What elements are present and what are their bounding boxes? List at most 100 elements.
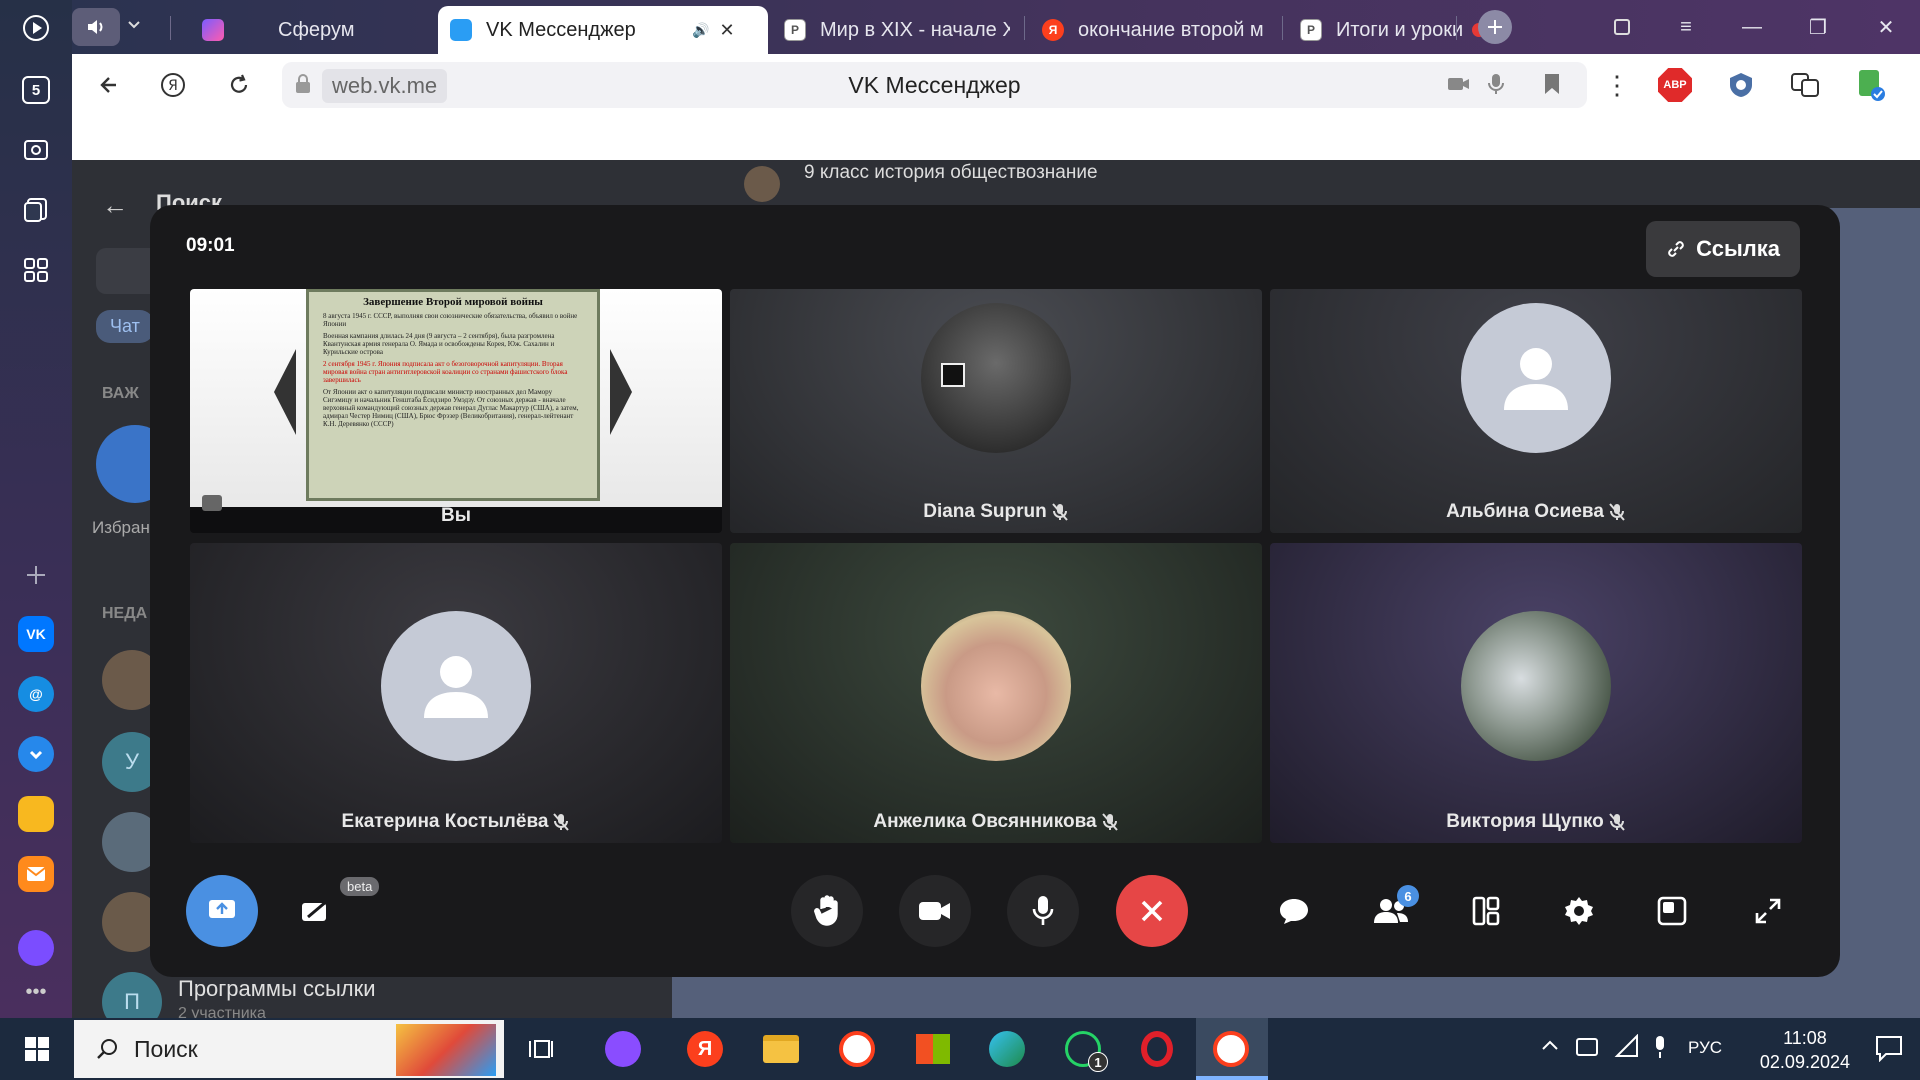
file-explorer-icon[interactable]	[758, 1026, 804, 1072]
yandex-browser-active-icon[interactable]	[1208, 1026, 1254, 1072]
avatar-badge-icon	[941, 363, 965, 387]
wifi-icon[interactable]	[1614, 1034, 1640, 1058]
slide-paragraph: 2 сентября 1945 г. Япония подписала акт …	[323, 360, 568, 384]
whatsapp-icon[interactable]: 1	[1060, 1026, 1108, 1072]
taskbar-search-field[interactable]: Поиск	[74, 1020, 504, 1078]
play-icon[interactable]	[16, 8, 56, 48]
user-placeholder-icon	[1504, 348, 1568, 410]
menu-icon[interactable]: ≡	[1666, 10, 1706, 44]
tab-label: VK Мессенджер	[486, 18, 636, 41]
svg-text:Я: Я	[168, 78, 178, 94]
chevron-up-icon[interactable]	[1540, 1038, 1560, 1052]
extension-shield-icon[interactable]	[1722, 66, 1760, 104]
new-tab-icon[interactable]	[1478, 10, 1512, 44]
participant-tile-self[interactable]: Завершение Второй мировой войны 8 август…	[190, 289, 722, 533]
participant-name: Анжелика Овсянникова	[730, 811, 1262, 833]
tab-okonchanie[interactable]: Я окончание второй м	[1030, 6, 1280, 54]
copy-link-button[interactable]: Ссылка	[1646, 221, 1800, 277]
apps-grid-icon[interactable]	[16, 250, 56, 290]
microphone-icon[interactable]	[1487, 72, 1505, 96]
effects-icon	[302, 899, 328, 921]
search-highlight-image	[396, 1024, 496, 1076]
back-icon[interactable]	[90, 68, 124, 102]
opera-icon[interactable]	[1134, 1026, 1180, 1072]
slide-paragraph: 8 августа 1945 г. СССР, выполняя свои со…	[323, 312, 578, 328]
alice-app-icon[interactable]	[18, 930, 54, 966]
clock-time: 11:08	[1783, 1028, 1827, 1048]
extension-check-icon[interactable]	[1852, 66, 1890, 104]
participant-avatar	[921, 611, 1071, 761]
tab-mir-xix[interactable]: P Мир в XIX - начале X	[772, 6, 1022, 54]
mail-app-icon[interactable]: @	[18, 676, 54, 712]
restore-icon[interactable]: ❐	[1798, 10, 1838, 44]
fullscreen-button[interactable]	[1732, 875, 1804, 947]
slide-paragraph: От Японии акт о капитуляции подписали ми…	[323, 388, 579, 428]
add-icon[interactable]	[16, 555, 56, 595]
participant-tile[interactable]: Виктория Щупко	[1270, 543, 1802, 843]
yandex-browser-taskbar-icon[interactable]	[834, 1026, 880, 1072]
share-screen-button[interactable]	[186, 875, 258, 947]
more-icon[interactable]: •••	[16, 972, 56, 1012]
ppt-file-icon: P	[784, 19, 806, 41]
bookmark-icon[interactable]	[1543, 72, 1561, 96]
back-arrow-icon[interactable]: ←	[102, 190, 128, 221]
participants-button[interactable]: 6	[1355, 875, 1427, 947]
minimize-icon[interactable]: —	[1732, 10, 1772, 44]
clock[interactable]: 11:08 02.09.2024	[1760, 1026, 1850, 1074]
language-indicator[interactable]: РУС	[1688, 1038, 1722, 1058]
tab-label: Мир в XIX - начале X	[820, 18, 1010, 41]
ppt-file-icon: P	[1300, 19, 1322, 41]
camera-icon[interactable]	[1447, 74, 1471, 94]
tray-device-icon[interactable]	[1574, 1034, 1600, 1060]
alice-taskbar-icon[interactable]	[600, 1026, 646, 1072]
prev-slide-icon[interactable]	[274, 349, 298, 435]
tab-vk-messenger[interactable]: VK Мессенджер 🔊 ✕	[438, 6, 768, 54]
tab-label: Сферум	[278, 18, 355, 41]
pip-button[interactable]	[1636, 875, 1708, 947]
vk-app-icon[interactable]: VK	[18, 616, 54, 652]
address-bar[interactable]: web.vk.me VK Мессенджер	[282, 62, 1587, 108]
participant-tile[interactable]: Анжелика Овсянникова	[730, 543, 1262, 843]
close-window-icon[interactable]: ✕	[1866, 10, 1906, 44]
participant-tile[interactable]: Екатерина Костылёва	[190, 543, 722, 843]
kebab-menu-icon[interactable]: ⋮	[1598, 66, 1636, 104]
tray-microphone-icon[interactable]	[1652, 1034, 1668, 1060]
video-call-modal: 09:01 Ссылка Завершение Второй мировой в…	[150, 205, 1840, 977]
dropdown-app-icon[interactable]	[18, 736, 54, 772]
edge-icon[interactable]	[984, 1026, 1030, 1072]
yandex-taskbar-icon[interactable]: Я	[682, 1026, 728, 1072]
windows-start-icon[interactable]	[14, 1026, 60, 1072]
task-view-icon[interactable]	[518, 1026, 564, 1072]
chevron-down-icon[interactable]	[126, 16, 142, 32]
settings-button[interactable]	[1543, 875, 1615, 947]
mail-envelope-app-icon[interactable]	[18, 856, 54, 892]
notifications-icon[interactable]	[1874, 1034, 1904, 1062]
store-icon[interactable]	[910, 1026, 956, 1072]
translate-icon[interactable]	[1786, 66, 1824, 104]
vk-messenger-icon	[450, 19, 472, 41]
notes-app-icon[interactable]	[18, 796, 54, 832]
layout-button[interactable]	[1450, 875, 1522, 947]
microphone-toggle-button[interactable]	[1007, 875, 1079, 947]
chat-title[interactable]: Программы ссылки	[178, 976, 376, 1002]
mic-muted-icon	[1609, 503, 1625, 521]
next-slide-icon[interactable]	[608, 349, 632, 435]
screenshot-icon[interactable]	[16, 130, 56, 170]
yandex-icon: Я	[1042, 19, 1064, 41]
adblock-icon[interactable]: ABP	[1656, 66, 1694, 104]
bookmarks-panel-icon[interactable]	[1602, 10, 1642, 44]
collections-icon[interactable]	[16, 190, 56, 230]
participant-tile[interactable]: Diana Suprun	[730, 289, 1262, 533]
camera-toggle-button[interactable]	[899, 875, 971, 947]
chip-chats[interactable]: Чат	[96, 310, 154, 343]
raise-hand-button[interactable]	[791, 875, 863, 947]
end-call-button[interactable]	[1116, 875, 1188, 947]
search-placeholder: Поиск	[134, 1035, 198, 1062]
participant-tile[interactable]: Альбина Осиева	[1270, 289, 1802, 533]
reload-icon[interactable]	[222, 68, 256, 102]
speaker-icon[interactable]	[72, 8, 120, 46]
calendar-badge-icon[interactable]: 5	[16, 70, 56, 110]
yandex-home-icon[interactable]: Я	[156, 68, 190, 102]
close-tab-icon[interactable]: ✕	[719, 20, 734, 41]
chat-button[interactable]	[1258, 875, 1330, 947]
